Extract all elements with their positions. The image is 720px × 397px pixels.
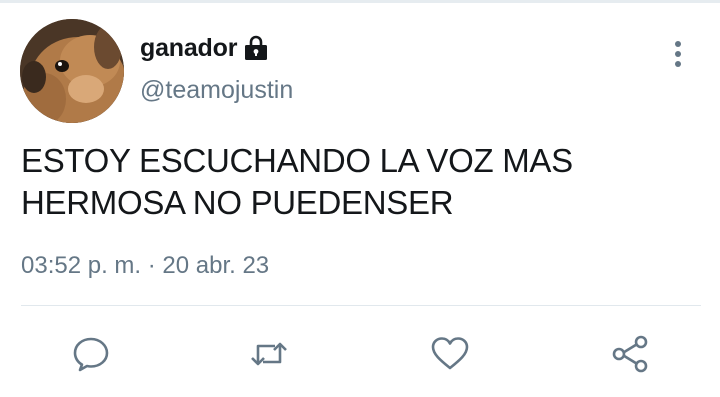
retweet-button[interactable]: [249, 334, 289, 374]
actions-divider: [21, 305, 701, 306]
heart-icon: [431, 337, 469, 370]
lock-icon: [243, 34, 269, 62]
tweet-timestamp[interactable]: 03:52 p. m. · 20 abr. 23: [21, 252, 269, 280]
dog-avatar-image: [20, 19, 124, 123]
like-button[interactable]: [430, 334, 470, 374]
tweet-text: ESTOY ESCUCHANDO LA VOZ MAS HERMOSA NO P…: [21, 140, 681, 224]
top-divider: [0, 0, 720, 3]
tweet-text-line: HERMOSA NO PUEDENSER: [21, 184, 454, 221]
display-name[interactable]: ganador: [140, 34, 237, 63]
avatar[interactable]: [20, 19, 124, 123]
reply-button[interactable]: [71, 334, 111, 374]
display-name-row: ganador: [140, 30, 269, 66]
retweet-icon: [251, 342, 287, 366]
user-handle[interactable]: @teamojustin: [140, 76, 293, 105]
tweet-text-line: ESTOY ESCUCHANDO LA VOZ MAS: [21, 142, 573, 179]
speech-bubble-icon: [73, 337, 109, 372]
share-icon: [612, 335, 648, 373]
more-options-icon[interactable]: [666, 40, 690, 68]
share-button[interactable]: [610, 334, 650, 374]
